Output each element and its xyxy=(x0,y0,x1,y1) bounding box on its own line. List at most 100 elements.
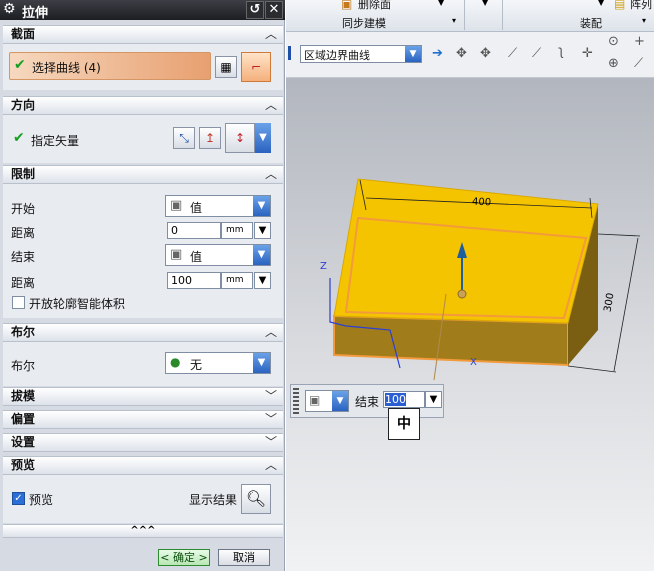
model-view xyxy=(329,178,641,381)
distance-label-end: 距离 xyxy=(11,276,36,290)
float-end-menu[interactable]: ▼ xyxy=(425,391,442,408)
dialog-titlebar: ⚙ 拉伸 ↺ ✕ xyxy=(0,0,285,21)
vector-type-icon[interactable]: ↕ xyxy=(225,123,255,153)
cube-icon: ▣ xyxy=(309,393,321,407)
section-title-settings: 设置 xyxy=(11,435,36,449)
section-title-section: 截面 xyxy=(11,27,36,41)
end-select-value: 值 xyxy=(190,250,203,264)
line-cross-icon[interactable]: ⟋ xyxy=(532,46,541,61)
pattern-button[interactable]: 阵列 xyxy=(630,0,652,12)
reverse-direction-icon[interactable]: ⤡ xyxy=(173,127,195,149)
section-body-section: ✔ 选择曲线 (4) ▦ ⌐ xyxy=(3,44,283,90)
cancel-button[interactable]: 取消 xyxy=(218,549,270,566)
show-result-label: 显示结果 xyxy=(189,493,238,507)
section-header-offset[interactable]: 偏置 ﹀ xyxy=(3,410,283,429)
start-select[interactable]: ▣ 值 ▼ xyxy=(165,195,271,217)
open-profile-label: 开放轮廓智能体积 xyxy=(29,297,126,311)
float-end-value: 100 xyxy=(385,393,406,406)
chevron-down-icon: ▼ xyxy=(253,245,270,265)
dim-line-side xyxy=(613,237,639,372)
start-distance-input[interactable]: 0 xyxy=(167,222,221,239)
start-distance-menu[interactable]: ▼ xyxy=(254,222,271,239)
drag-handle[interactable] xyxy=(293,388,299,414)
pattern-icon: ▤ xyxy=(614,0,626,11)
chevron-down-icon: ▼ xyxy=(405,46,421,62)
chevron-down-icon: ﹀ xyxy=(264,412,277,426)
move-icon[interactable]: ✥ xyxy=(456,46,467,61)
select-curve-row[interactable]: ✔ 选择曲线 (4) xyxy=(9,52,211,80)
vector-dialog-icon[interactable]: ↥ xyxy=(199,127,221,149)
section-header-draft[interactable]: 拔模 ﹀ xyxy=(3,387,283,406)
graphics-viewport[interactable]: 400 300 Z X ▣ ▼ 结束 100 ▼ 中 xyxy=(286,78,654,571)
group-menu-icon[interactable]: ▾ xyxy=(452,16,456,25)
section-title-limits: 限制 xyxy=(11,167,36,181)
boolean-select[interactable]: ● 无 ▼ xyxy=(165,352,271,374)
check-icon: ✔ xyxy=(13,130,25,146)
dim-ext-b xyxy=(567,365,617,373)
boolean-none-icon: ● xyxy=(170,355,181,369)
group-menu-icon[interactable]: ▾ xyxy=(642,16,646,25)
ribbon: ▣ 删除面 ▼ ▼ ▼ ▤ 阵列 同步建模 ▾ 装配 ▾ xyxy=(286,0,654,32)
section-header-section[interactable]: 截面 ︿ xyxy=(3,25,283,44)
chevron-down-icon[interactable]: ▼ xyxy=(438,0,444,7)
float-end-label: 结束 xyxy=(355,395,380,409)
end-unit: mm xyxy=(221,272,253,289)
start-unit: mm xyxy=(221,222,253,239)
line-small-icon[interactable]: ⟋ xyxy=(634,56,643,71)
vector-type-dropdown[interactable]: ▼ xyxy=(255,123,271,153)
section-header-preview[interactable]: 预览 ︿ xyxy=(3,456,283,475)
ok-button[interactable]: < 确定 > xyxy=(158,549,210,566)
sketch-section-icon[interactable]: ▦ xyxy=(215,56,237,78)
magnifier-icon[interactable]: 🔍︎ xyxy=(241,484,271,514)
circle-point-icon[interactable]: ⊙ xyxy=(608,34,619,49)
selection-toolbar: 区域边界曲线 ▼ ➔ ✥ ✥ ⟋ ⟋ ʅ ✛ ⊙ + ⊕ ⟋ xyxy=(286,32,654,78)
block-front-face xyxy=(333,314,569,367)
section-body-direction: ✔ 指定矢量 ⤡ ↥ ↕ ▼ xyxy=(3,115,283,163)
curve-icon[interactable]: ʅ xyxy=(558,44,564,59)
delete-face-icon: ▣ xyxy=(341,0,353,11)
section-body-limits: 开始 ▣ 值 ▼ 距离 0 mm ▼ 结束 ▣ 值 ▼ 距离 100 mm ▼ … xyxy=(3,184,283,318)
end-select[interactable]: ▣ 值 ▼ xyxy=(165,244,271,266)
reset-button[interactable]: ↺ xyxy=(246,1,264,19)
section-header-limits[interactable]: 限制 ︿ xyxy=(3,165,283,184)
section-header-boolean[interactable]: 布尔 ︿ xyxy=(3,323,283,342)
axis-z-label: Z xyxy=(320,261,327,272)
chevron-down-icon: ﹀ xyxy=(264,389,277,403)
toolbar-grip xyxy=(288,46,291,60)
assembly-group: 装配 xyxy=(580,17,602,30)
float-end-input[interactable]: 100 xyxy=(383,391,425,408)
circle-target-icon[interactable]: ⊕ xyxy=(608,56,619,71)
crosshair-icon[interactable]: ✛ xyxy=(582,46,593,61)
section-header-direction[interactable]: 方向 ︿ xyxy=(3,96,283,115)
chevron-down-icon: ▼ xyxy=(253,353,270,373)
chevron-up-icon: ︿ xyxy=(264,27,277,41)
specify-vector-label: 指定矢量 xyxy=(31,134,80,148)
preview-checkbox[interactable]: ✓ xyxy=(12,492,25,505)
check-icon: ✔ xyxy=(14,57,26,73)
dim-ext-a xyxy=(597,233,641,237)
arrow-right-icon[interactable]: ➔ xyxy=(432,46,443,61)
expand-marker: ^^^ xyxy=(130,525,156,536)
line-icon[interactable]: ⟋ xyxy=(508,46,517,61)
expand-more-button[interactable]: ^^^ xyxy=(3,524,283,538)
tooltip: 中 xyxy=(388,408,420,440)
section-title-boolean: 布尔 xyxy=(11,325,36,339)
close-button[interactable]: ✕ xyxy=(265,1,283,19)
end-distance-menu[interactable]: ▼ xyxy=(254,272,271,289)
chevron-down-icon[interactable]: ▼ xyxy=(482,0,488,7)
end-label: 结束 xyxy=(11,250,36,264)
delete-face-button[interactable]: 删除面 xyxy=(358,0,391,12)
end-distance-input[interactable]: 100 xyxy=(167,272,221,289)
plus-icon[interactable]: + xyxy=(634,34,645,49)
end-type-select[interactable]: ▣ ▼ xyxy=(305,390,349,412)
select-curve-label: 选择曲线 (4) xyxy=(32,61,101,75)
open-profile-checkbox[interactable] xyxy=(12,296,25,309)
dim-text-top[interactable]: 400 xyxy=(472,197,492,209)
chevron-down-icon[interactable]: ▼ xyxy=(598,0,604,7)
curve-select-icon[interactable]: ⌐ xyxy=(241,52,271,82)
boolean-select-value: 无 xyxy=(190,358,203,372)
curve-rule-select[interactable]: 区域边界曲线 ▼ xyxy=(300,45,422,63)
move-copy-icon[interactable]: ✥ xyxy=(480,46,491,61)
section-header-settings[interactable]: 设置 ﹀ xyxy=(3,433,283,452)
section-body-boolean: 布尔 ● 无 ▼ xyxy=(3,342,283,386)
